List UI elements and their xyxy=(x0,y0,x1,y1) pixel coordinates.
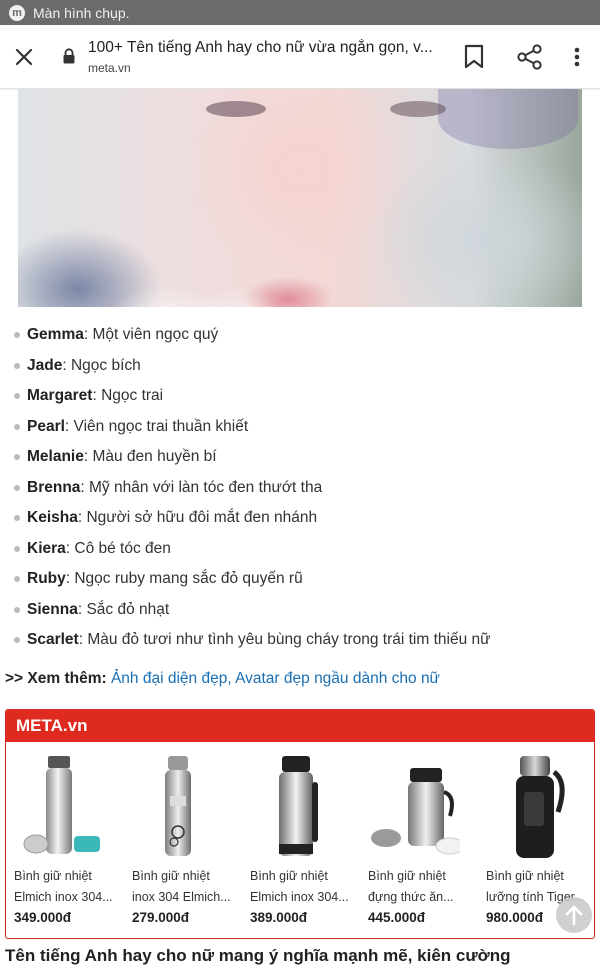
more-vert-icon xyxy=(574,47,580,67)
page-domain: meta.vn xyxy=(88,61,131,75)
close-icon xyxy=(15,48,33,66)
close-button[interactable] xyxy=(12,45,36,69)
list-item: Jade: Ngọc bích xyxy=(0,351,600,382)
product-card[interactable]: Bình giữ nhiệt Elmich inox 304... 389.000… xyxy=(242,742,352,938)
thermos-bottle-image xyxy=(23,756,100,854)
product-ad-block: META.vn Bình giữ nhiệt Elmich inox 304...… xyxy=(5,709,595,939)
product-price: 389.000đ xyxy=(250,910,308,925)
list-item: Scarlet: Màu đỏ tươi như tình yêu bùng c… xyxy=(0,625,600,656)
scroll-to-top-button[interactable] xyxy=(556,897,592,933)
list-item: Kiera: Cô bé tóc đen xyxy=(0,534,600,565)
thermos-bottle-image xyxy=(516,756,565,858)
product-price: 445.000đ xyxy=(368,910,426,925)
more-options-button[interactable] xyxy=(567,44,587,70)
see-more-line: >> Xem thêm: Ảnh đại diện đẹp, Avatar đẹ… xyxy=(5,670,440,688)
product-card[interactable]: Bình giữ nhiệt đựng thức ăn... 445.000đ xyxy=(360,742,470,938)
product-card[interactable]: Bình giữ nhiệt Elmich inox 304... 349.000… xyxy=(6,742,116,938)
see-more-label: >> Xem thêm: xyxy=(5,670,107,687)
list-item: Ruby: Ngọc ruby mang sắc đỏ quyến rũ xyxy=(0,564,600,595)
see-more-link[interactable]: Ảnh đại diện đẹp, Avatar đẹp ngầu dành c… xyxy=(111,670,440,687)
bookmark-button[interactable] xyxy=(463,44,485,70)
screenshot-app-icon: m xyxy=(9,4,25,21)
names-list: Gemma: Một viên ngọc quý Jade: Ngọc bích… xyxy=(0,320,600,656)
product-carousel: Bình giữ nhiệt Elmich inox 304... 349.000… xyxy=(6,742,594,938)
status-text: Màn hình chụp. xyxy=(33,4,130,21)
product-name: Bình giữ nhiệt đựng thức ăn... xyxy=(368,869,454,904)
list-item: Margaret: Ngọc trai xyxy=(0,381,600,412)
list-item: Pearl: Viên ngọc trai thuần khiết xyxy=(0,412,600,443)
list-item: Keisha: Người sở hữu đôi mắt đen nhánh xyxy=(0,503,600,534)
product-name: Bình giữ nhiệt Elmich inox 304... xyxy=(14,869,113,904)
share-button[interactable] xyxy=(516,44,544,70)
list-item: Sienna: Sắc đỏ nhạt xyxy=(0,595,600,626)
status-bar: m Màn hình chụp. xyxy=(0,0,600,25)
arrow-up-icon xyxy=(565,905,583,926)
list-item: Gemma: Một viên ngọc quý xyxy=(0,320,600,351)
thermos-bottle-image xyxy=(279,756,318,856)
product-price: 279.000đ xyxy=(132,910,190,925)
product-card[interactable]: Bình giữ nhiệt inox 304 Elmich... 279.000… xyxy=(124,742,234,938)
food-jar-image xyxy=(371,768,460,855)
thermos-bottle-image xyxy=(165,756,191,856)
bookmark-icon xyxy=(464,44,484,69)
next-section-heading: Tên tiếng Anh hay cho nữ mang ý nghĩa mạ… xyxy=(5,946,511,965)
lock-icon xyxy=(62,48,76,64)
article-photo xyxy=(18,89,582,307)
product-name: Bình giữ nhiệt inox 304 Elmich... xyxy=(132,869,231,904)
product-price: 349.000đ xyxy=(14,910,72,925)
page-title: 100+ Tên tiếng Anh hay cho nữ vừa ngắn g… xyxy=(88,39,433,56)
list-item: Melanie: Màu đen huyền bí xyxy=(0,442,600,473)
product-name: Bình giữ nhiệt Elmich inox 304... xyxy=(250,869,349,904)
ad-brand-header[interactable]: META.vn xyxy=(6,710,594,742)
browser-toolbar: 100+ Tên tiếng Anh hay cho nữ vừa ngắn g… xyxy=(0,25,600,89)
list-item: Brenna: Mỹ nhân với làn tóc đen thướt th… xyxy=(0,473,600,504)
product-price: 980.000đ xyxy=(486,910,544,925)
share-icon xyxy=(517,44,542,70)
